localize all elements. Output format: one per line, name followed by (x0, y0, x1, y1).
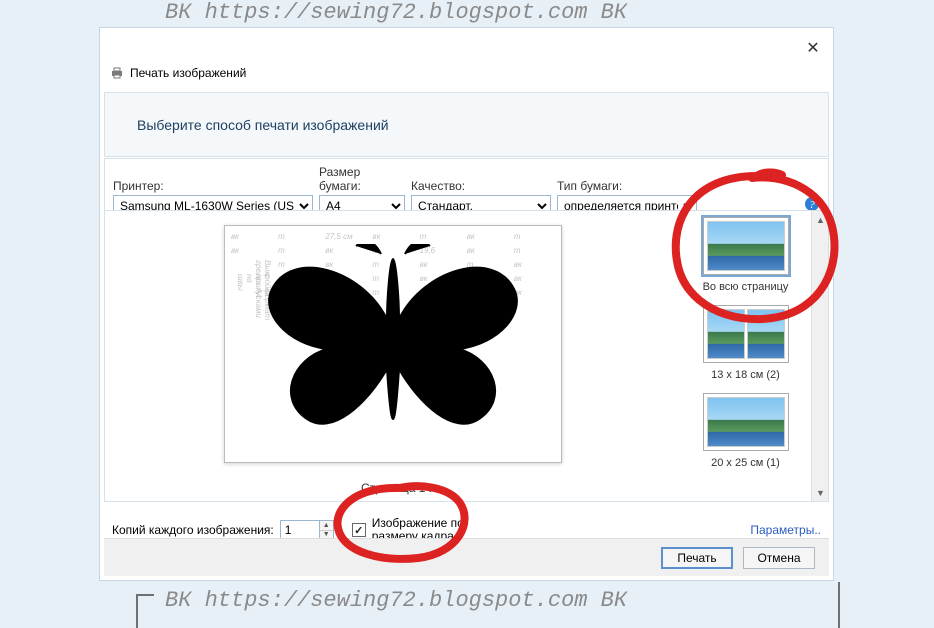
banner: Выберите способ печати изображений (104, 92, 829, 157)
dialog-title-row: Печать изображений (110, 66, 246, 80)
copies-label: Копий каждого изображения: (112, 523, 274, 537)
params-link[interactable]: Параметры.. (750, 523, 821, 537)
printer-label: Принтер: (113, 179, 313, 193)
layout-20x25[interactable]: 20 x 25 см (1) (690, 393, 802, 469)
print-dialog: ✕ Печать изображений Выберите способ печ… (99, 27, 834, 581)
scroll-down-icon[interactable]: ▼ (812, 484, 829, 501)
preview-page: вкm27,5 смвкmвкm вкmвкm19,6вкm Выкройка … (224, 225, 562, 463)
spinner-up-icon[interactable]: ▲ (320, 521, 333, 531)
copies-input[interactable] (280, 520, 320, 540)
paper-type-label: Тип бумаги: (557, 179, 697, 193)
paper-size-label: Размер бумаги: (319, 165, 405, 193)
preview-area: вкm27,5 смвкmвкm вкmвкm19,6вкm Выкройка … (104, 210, 698, 502)
layout-full-page[interactable]: Во всю страницу (690, 217, 802, 293)
bg-line (136, 594, 138, 628)
copies-spinner[interactable]: ▲▼ (320, 520, 334, 540)
print-button[interactable]: Печать (661, 547, 733, 569)
cancel-button[interactable]: Отмена (743, 547, 815, 569)
action-bar: Печать Отмена (104, 538, 829, 576)
layouts-pane: ▲ ▼ Во всю страницу 13 x 18 см (2) 20 x … (680, 210, 829, 502)
close-icon[interactable]: ✕ (801, 36, 825, 60)
butterfly-icon (263, 244, 523, 444)
watermark-top: ВК https://sewing72.blogspot.com ВК (165, 0, 627, 25)
scroll-up-icon[interactable]: ▲ (812, 211, 829, 228)
layout-label: 13 x 18 см (2) (690, 369, 802, 381)
watermark-bottom: ВК https://sewing72.blogspot.com ВК (165, 588, 627, 613)
layout-13x18[interactable]: 13 x 18 см (2) (690, 305, 802, 381)
scrollbar[interactable]: ▲ ▼ (811, 211, 828, 501)
bg-line (136, 594, 154, 596)
quality-label: Качество: (411, 179, 551, 193)
fit-checkbox[interactable]: ✓ (352, 523, 366, 537)
bg-line (838, 582, 840, 628)
dialog-title: Печать изображений (130, 66, 246, 80)
banner-text: Выберите способ печати изображений (137, 117, 389, 133)
layout-label: Во всю страницу (690, 281, 802, 293)
page-counter: Страница 1 из (105, 481, 697, 495)
layout-label: 20 x 25 см (1) (690, 457, 802, 469)
printer-icon (110, 66, 124, 80)
